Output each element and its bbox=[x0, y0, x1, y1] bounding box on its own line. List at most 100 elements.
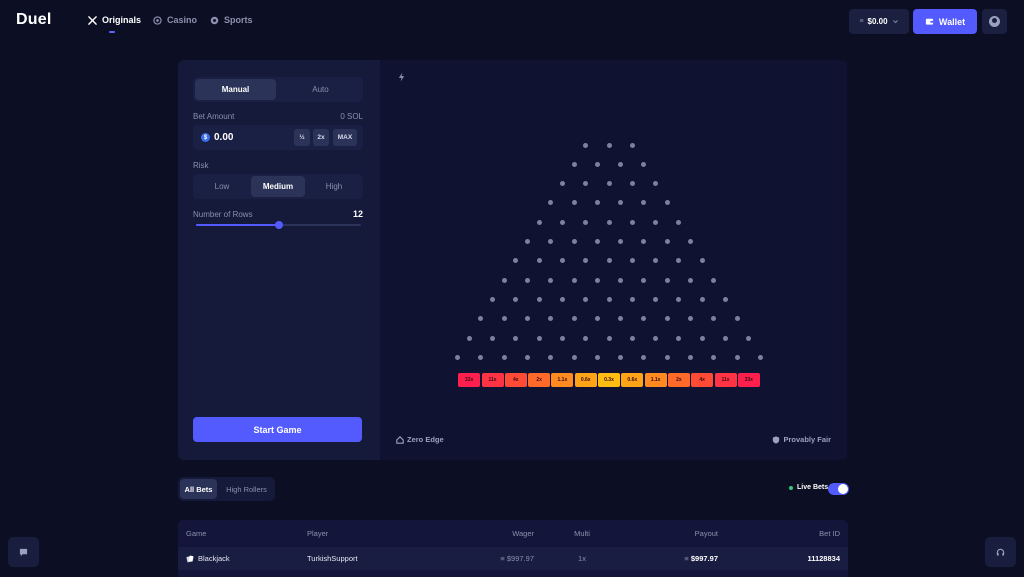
plinko-peg bbox=[548, 200, 554, 206]
plinko-peg bbox=[629, 258, 635, 264]
plinko-peg bbox=[606, 219, 612, 225]
plinko-peg bbox=[466, 335, 472, 341]
plinko-peg bbox=[641, 316, 647, 322]
bet-wager-value: $997.97 bbox=[506, 554, 534, 563]
nav-sports-label: Sports bbox=[224, 15, 253, 25]
column-header-multi: Multi bbox=[574, 529, 590, 538]
live-dot bbox=[789, 485, 793, 490]
risk-low[interactable]: Low bbox=[195, 176, 249, 197]
bet-player[interactable]: TurkishSupport bbox=[307, 554, 358, 563]
risk-label: Risk bbox=[193, 161, 209, 170]
plinko-peg bbox=[606, 296, 612, 302]
plinko-peg bbox=[734, 316, 740, 322]
toggle-knob bbox=[838, 484, 848, 494]
profile-button[interactable] bbox=[982, 9, 1007, 34]
currency-icon: ≡ bbox=[859, 18, 864, 25]
plinko-peg bbox=[618, 161, 624, 167]
wallet-button[interactable]: Wallet bbox=[913, 9, 977, 34]
tab-high-rollers[interactable]: High Rollers bbox=[220, 479, 273, 499]
house-icon bbox=[396, 435, 404, 444]
multiplier-bucket: 11x bbox=[481, 373, 504, 387]
bet-amount-sol: 0 SOL bbox=[340, 112, 363, 121]
plinko-peg bbox=[629, 219, 635, 225]
plinko-peg bbox=[513, 258, 519, 264]
plinko-peg bbox=[571, 239, 577, 244]
plinko-peg bbox=[653, 335, 659, 341]
nav-casino[interactable]: Casino bbox=[153, 15, 197, 25]
plinko-peg bbox=[571, 354, 577, 360]
plinko-peg bbox=[711, 316, 717, 322]
max-bet-button[interactable]: MAX bbox=[333, 129, 357, 146]
plinko-peg bbox=[478, 354, 484, 360]
plinko-peg bbox=[757, 354, 763, 360]
plinko-peg bbox=[688, 316, 694, 322]
shield-icon bbox=[773, 435, 780, 444]
live-bets-indicator: Live Bets bbox=[789, 484, 828, 491]
rows-value: 12 bbox=[352, 209, 363, 219]
chat-icon bbox=[19, 548, 28, 556]
rows-slider-thumb[interactable] bbox=[274, 221, 283, 229]
risk-high[interactable]: High bbox=[307, 176, 361, 197]
bet-amount-label: Bet Amount bbox=[193, 112, 235, 121]
provably-fair-link[interactable]: Provably Fair bbox=[772, 435, 831, 444]
nav-originals-label: Originals bbox=[102, 15, 142, 25]
tab-all-bets[interactable]: All Bets bbox=[180, 479, 217, 499]
plinko-peg bbox=[618, 316, 624, 322]
nav-originals[interactable]: Originals bbox=[88, 15, 141, 25]
bets-tabs: All Bets High Rollers bbox=[178, 477, 275, 501]
rows-label: Number of Rows bbox=[193, 210, 253, 219]
half-bet-button[interactable]: ½ bbox=[294, 129, 310, 146]
logo[interactable]: Duel bbox=[16, 11, 51, 29]
headset-icon bbox=[996, 548, 1005, 556]
lightning-icon[interactable] bbox=[397, 72, 406, 82]
support-button[interactable] bbox=[985, 537, 1016, 567]
rows-slider[interactable] bbox=[196, 221, 361, 229]
plinko-peg bbox=[548, 316, 554, 322]
multiplier-bucket: 1.1x bbox=[644, 373, 667, 387]
tab-manual[interactable]: Manual bbox=[195, 79, 276, 100]
multiplier-bucket: 2x bbox=[528, 373, 551, 387]
plinko-peg bbox=[571, 200, 577, 206]
plinko-peg bbox=[524, 239, 530, 244]
plinko-peg bbox=[676, 258, 682, 264]
balance-dropdown[interactable]: ≡ $0.00 bbox=[849, 9, 909, 34]
plinko-peg bbox=[711, 277, 717, 283]
plinko-peg bbox=[501, 354, 507, 360]
plinko-peg bbox=[653, 219, 659, 225]
cards-icon bbox=[186, 555, 194, 563]
plinko-peg bbox=[536, 219, 542, 225]
multiplier-bucket: 0.6x bbox=[574, 373, 597, 387]
plinko-peg bbox=[594, 277, 600, 283]
live-bets-label: Live Bets bbox=[797, 484, 829, 491]
chevron-down-icon bbox=[892, 20, 898, 24]
plinko-peg bbox=[594, 200, 600, 206]
column-header-payout: Payout bbox=[694, 529, 718, 538]
table-row[interactable]: Blackjack TurkishSupport ≡ $997.97 1x ≡ … bbox=[178, 547, 848, 570]
live-bets-toggle[interactable] bbox=[828, 483, 849, 495]
nav-sports[interactable]: Sports bbox=[210, 15, 253, 25]
bet-amount-value[interactable]: 0.00 bbox=[214, 132, 233, 143]
plinko-peg bbox=[559, 296, 565, 302]
plinko-board: Zero Edge Provably Fair 33x 11x 4x 2x 1.1x 0.… bbox=[380, 60, 847, 460]
chat-button[interactable] bbox=[8, 537, 39, 567]
tab-auto[interactable]: Auto bbox=[280, 79, 361, 100]
column-header-game: Game bbox=[186, 529, 207, 538]
bets-table: Game Player Wager Multi Payout Bet ID Bl… bbox=[178, 520, 848, 577]
plinko-peg bbox=[641, 277, 647, 283]
bet-amount-input[interactable]: $ 0.00 ½ 2x MAX bbox=[193, 125, 363, 150]
rows-slider-fill bbox=[196, 224, 279, 226]
start-game-button[interactable]: Start Game bbox=[193, 417, 362, 442]
casino-chip-icon bbox=[153, 15, 162, 25]
bet-payout: ≡ $997.97 bbox=[654, 554, 718, 563]
plinko-peg bbox=[548, 277, 554, 283]
bet-game[interactable]: Blackjack bbox=[198, 554, 230, 563]
plinko-peg bbox=[490, 335, 495, 341]
double-bet-button[interactable]: 2x bbox=[313, 129, 329, 146]
plinko-peg bbox=[606, 181, 612, 187]
zero-edge-badge[interactable]: Zero Edge bbox=[396, 435, 444, 444]
multiplier-bucket: 4x bbox=[691, 373, 714, 387]
risk-medium[interactable]: Medium bbox=[251, 176, 305, 197]
plinko-peg bbox=[594, 316, 600, 322]
plinko-peg bbox=[641, 161, 647, 167]
bet-id: 11128834 bbox=[807, 554, 840, 563]
